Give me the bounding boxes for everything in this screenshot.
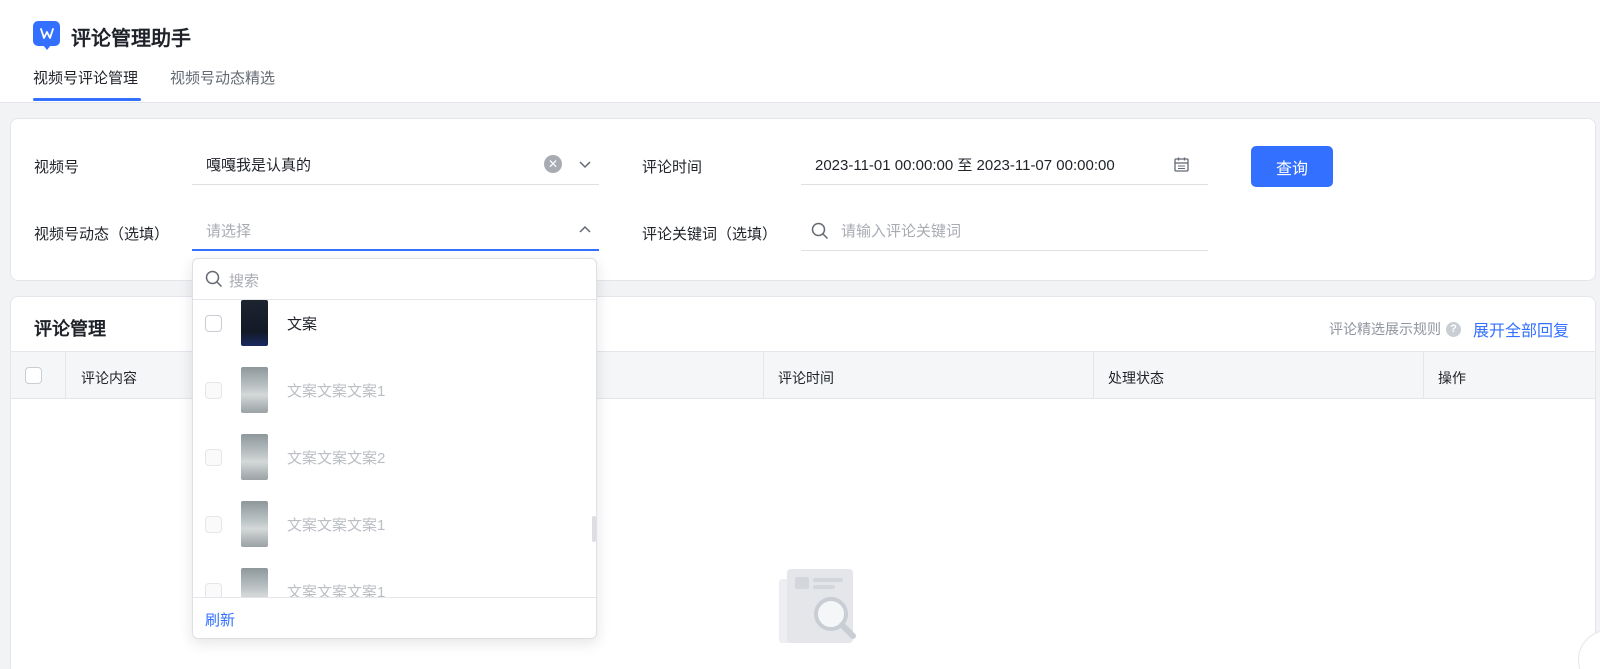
channel-select-value: 嘎嘎我是认真的 (206, 157, 312, 174)
refresh-button[interactable]: 刷新 (205, 609, 235, 630)
search-icon (811, 222, 829, 240)
empty-state-icon (779, 569, 856, 643)
column-divider (1093, 352, 1094, 398)
dropdown-option-list: 文案 文案文案文案1 文案文案文案2 文案文案文案1 文案文案文案1 (193, 300, 596, 597)
post-thumbnail (241, 367, 268, 413)
dropdown-footer: 刷新 (193, 597, 596, 638)
post-thumbnail (241, 434, 268, 480)
app-title: 评论管理助手 (71, 28, 191, 50)
help-icon[interactable]: ? (1446, 321, 1461, 337)
chevron-up-icon[interactable] (577, 222, 593, 238)
query-button[interactable]: 查询 (1251, 146, 1333, 187)
select-all-checkbox[interactable] (25, 367, 42, 384)
app-logo-icon (33, 21, 60, 50)
keyword-label: 评论关键词（选填） (642, 226, 778, 243)
search-icon (205, 270, 223, 288)
post-thumbnail (241, 568, 268, 597)
column-header-status: 处理状态 (1108, 370, 1164, 386)
active-tab-indicator (33, 98, 141, 101)
option-label: 文案文案文案2 (287, 450, 386, 467)
channel-select[interactable]: 嘎嘎我是认真的 ✕ (192, 143, 599, 185)
post-dropdown-panel: 搜索 文案 文案文案文案1 文案文案文案2 文案文案文案1 文案文案文案1 刷新 (192, 258, 597, 639)
highlight-rule-label: 评论精选展示规则 (1329, 321, 1441, 337)
dropdown-option: 文案文案文案1 (193, 357, 588, 424)
highlight-rule-link[interactable]: 评论精选展示规则 ? (1329, 319, 1461, 339)
expand-all-replies-link[interactable]: 展开全部回复 (1473, 317, 1569, 341)
dropdown-option[interactable]: 文案 (193, 300, 588, 357)
chevron-down-icon[interactable] (577, 156, 593, 172)
comment-time-label: 评论时间 (642, 159, 703, 176)
option-checkbox (205, 382, 222, 399)
filter-panel: 视频号 嘎嘎我是认真的 ✕ 评论时间 2023-11-01 00:00:00 至… (10, 118, 1596, 281)
option-label: 文案 (287, 316, 318, 333)
post-select-placeholder: 请选择 (206, 223, 252, 240)
option-checkbox[interactable] (205, 315, 222, 332)
keyword-input[interactable]: 请输入评论关键词 (801, 209, 1208, 251)
column-header-time: 评论时间 (778, 370, 834, 386)
dropdown-option: 文案文案文案1 (193, 491, 588, 558)
dropdown-search-input[interactable]: 搜索 (193, 259, 596, 300)
clear-icon[interactable]: ✕ (544, 155, 562, 173)
option-label: 文案文案文案1 (287, 383, 386, 400)
option-checkbox (205, 516, 222, 533)
column-header-actions: 操作 (1438, 370, 1466, 386)
column-divider (65, 352, 66, 398)
dropdown-scrollbar[interactable] (592, 516, 596, 542)
dropdown-option: 文案文案文案1 (193, 558, 588, 597)
calendar-icon[interactable] (1173, 156, 1190, 173)
column-divider (763, 352, 764, 398)
keyword-input-placeholder: 请输入评论关键词 (841, 223, 962, 240)
option-label: 文案文案文案1 (287, 517, 386, 534)
dropdown-search-placeholder: 搜索 (229, 273, 260, 290)
app-header: 评论管理助手 视频号评论管理 视频号动态精选 (0, 0, 1600, 103)
comment-time-range-value: 2023-11-01 00:00:00 至 2023-11-07 00:00:0… (815, 157, 1115, 174)
section-title: 评论管理 (34, 319, 106, 339)
column-divider (1423, 352, 1424, 398)
option-label: 文案文案文案1 (287, 584, 386, 597)
tab-channel-comments[interactable]: 视频号评论管理 (33, 67, 138, 88)
post-thumbnail (241, 300, 268, 346)
option-checkbox (205, 583, 222, 597)
column-header-content: 评论内容 (81, 370, 137, 386)
dropdown-option: 文案文案文案2 (193, 424, 588, 491)
comment-time-range-picker[interactable]: 2023-11-01 00:00:00 至 2023-11-07 00:00:0… (801, 143, 1208, 185)
option-checkbox (205, 449, 222, 466)
post-select[interactable]: 请选择 (192, 209, 599, 251)
ribbon-logo-icon (39, 28, 54, 39)
channel-label: 视频号 (34, 159, 80, 176)
post-label: 视频号动态（选填） (34, 226, 170, 243)
tab-post-highlights[interactable]: 视频号动态精选 (170, 67, 275, 88)
post-thumbnail (241, 501, 268, 547)
